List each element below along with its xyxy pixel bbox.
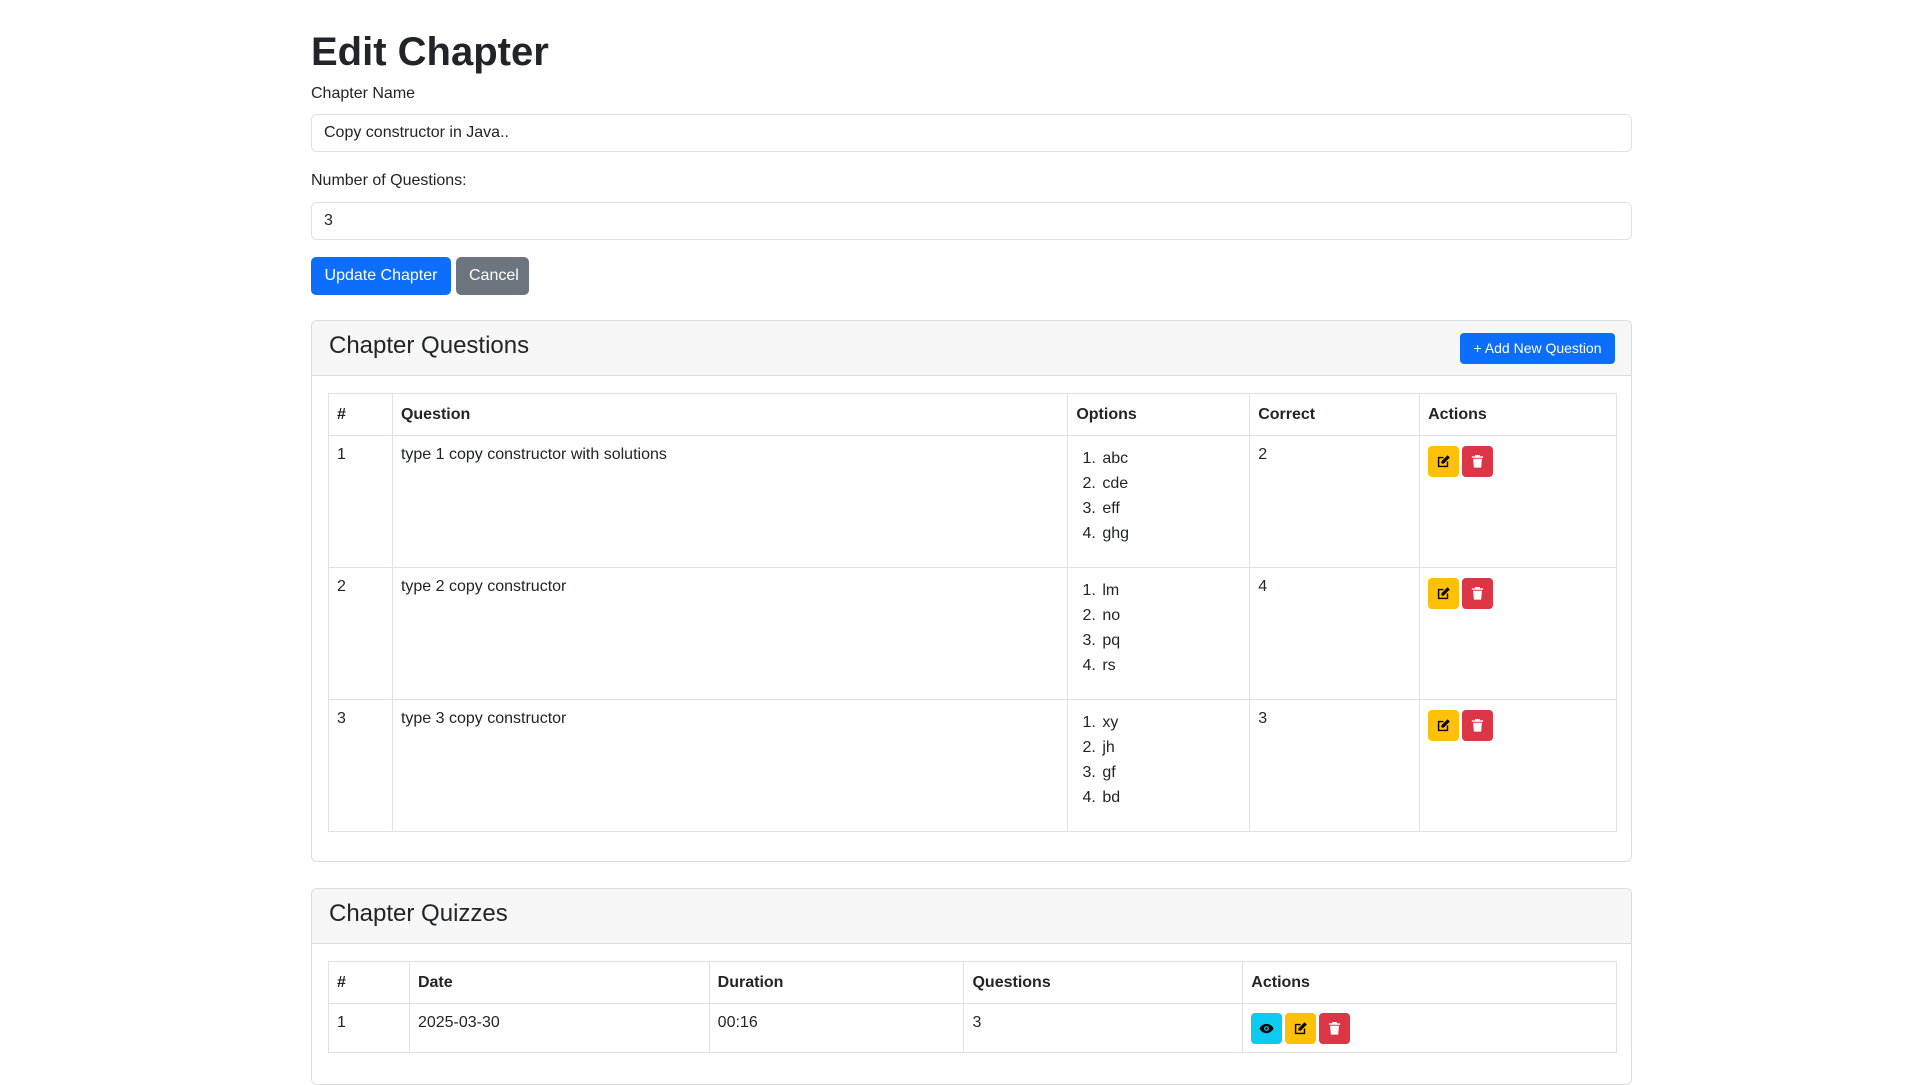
- col-header-actions: Actions: [1419, 393, 1617, 436]
- option-item: rs: [1100, 653, 1241, 678]
- quiz-questions: 3: [963, 1003, 1244, 1053]
- chapter-questions-header: Chapter Questions + Add New Question: [312, 321, 1631, 376]
- table-row: 1 type 1 copy constructor with solutions…: [328, 435, 1617, 568]
- question-correct: 2: [1249, 435, 1421, 568]
- quiz-num: 1: [328, 1003, 410, 1053]
- quiz-date: 2025-03-30: [408, 1003, 710, 1053]
- col-header-correct: Correct: [1249, 393, 1421, 436]
- question-options: lm no pq rs: [1067, 567, 1251, 700]
- chapter-name-label: Chapter Name: [311, 85, 416, 102]
- table-row: 2 type 2 copy constructor lm no pq rs 4: [328, 567, 1617, 700]
- delete-quiz-button[interactable]: [1319, 1013, 1351, 1044]
- questions-table: # Question Options Correct Actions 1 typ…: [328, 393, 1617, 832]
- trash-icon: [1471, 454, 1484, 468]
- table-row: 1 2025-03-30 00:16 3: [328, 1003, 1617, 1053]
- question-correct: 4: [1249, 567, 1421, 700]
- edit-question-button[interactable]: [1428, 710, 1460, 741]
- delete-question-button[interactable]: [1462, 578, 1494, 609]
- add-new-question-button[interactable]: + Add New Question: [1460, 333, 1615, 364]
- option-item: no: [1100, 603, 1241, 628]
- option-item: xy: [1100, 710, 1241, 735]
- update-chapter-button[interactable]: Update Chapter: [311, 257, 451, 295]
- question-num: 3: [328, 699, 393, 832]
- col-header-date: Date: [408, 961, 710, 1004]
- question-text: type 1 copy constructor with solutions: [391, 435, 1069, 568]
- edit-question-button[interactable]: [1428, 578, 1460, 609]
- edit-icon: [1437, 455, 1450, 468]
- question-text: type 3 copy constructor: [391, 699, 1069, 832]
- table-row: 3 type 3 copy constructor xy jh gf bd 3: [328, 699, 1617, 832]
- options-list: abc cde eff ghg: [1076, 446, 1241, 546]
- options-list: xy jh gf bd: [1076, 710, 1241, 810]
- quiz-actions: [1242, 1003, 1617, 1053]
- trash-icon: [1471, 718, 1484, 732]
- chapter-questions-card: Chapter Questions + Add New Question # Q…: [311, 320, 1632, 862]
- question-actions: [1419, 435, 1617, 568]
- col-header-actions: Actions: [1242, 961, 1617, 1004]
- edit-icon: [1295, 1022, 1308, 1035]
- question-num: 2: [328, 567, 393, 700]
- option-item: eff: [1100, 496, 1241, 521]
- option-item: lm: [1100, 578, 1241, 603]
- question-actions: [1419, 699, 1617, 832]
- page-title: Edit Chapter: [311, 30, 549, 74]
- num-questions-label: Number of Questions:: [311, 172, 467, 189]
- col-header-options: Options: [1067, 393, 1251, 436]
- delete-question-button[interactable]: [1462, 446, 1494, 477]
- col-header-num: #: [328, 393, 393, 436]
- chapter-name-input[interactable]: [311, 114, 1632, 152]
- col-header-question: Question: [391, 393, 1069, 436]
- quizzes-table: # Date Duration Questions Actions 1 2025…: [328, 961, 1617, 1053]
- edit-quiz-button[interactable]: [1285, 1013, 1317, 1044]
- col-header-duration: Duration: [708, 961, 965, 1004]
- edit-icon: [1437, 719, 1450, 732]
- col-header-num: #: [328, 961, 410, 1004]
- question-options: abc cde eff ghg: [1067, 435, 1251, 568]
- options-list: lm no pq rs: [1076, 578, 1241, 678]
- cancel-button[interactable]: Cancel: [456, 257, 529, 295]
- chapter-quizzes-header: Chapter Quizzes: [312, 889, 1631, 944]
- option-item: gf: [1100, 760, 1241, 785]
- option-item: jh: [1100, 735, 1241, 760]
- question-num: 1: [328, 435, 393, 568]
- num-questions-input[interactable]: [311, 202, 1632, 240]
- question-actions: [1419, 567, 1617, 700]
- chapter-quizzes-title: Chapter Quizzes: [329, 900, 508, 927]
- option-item: ghg: [1100, 521, 1241, 546]
- edit-icon: [1437, 587, 1450, 600]
- question-options: xy jh gf bd: [1067, 699, 1251, 832]
- option-item: cde: [1100, 471, 1241, 496]
- chapter-questions-title: Chapter Questions: [329, 332, 530, 359]
- quiz-duration: 00:16: [708, 1003, 965, 1053]
- questions-header-row: # Question Options Correct Actions: [328, 393, 1617, 436]
- trash-icon: [1329, 1021, 1341, 1035]
- quizzes-header-row: # Date Duration Questions Actions: [328, 961, 1617, 1004]
- option-item: abc: [1100, 446, 1241, 471]
- edit-question-button[interactable]: [1428, 446, 1460, 477]
- question-correct: 3: [1249, 699, 1421, 832]
- trash-icon: [1471, 586, 1484, 600]
- view-quiz-button[interactable]: [1251, 1013, 1283, 1044]
- col-header-questions: Questions: [963, 961, 1244, 1004]
- question-text: type 2 copy constructor: [391, 567, 1069, 700]
- chapter-quizzes-card: Chapter Quizzes # Date Duration Question…: [311, 888, 1632, 1085]
- option-item: pq: [1100, 628, 1241, 653]
- eye-icon: [1259, 1023, 1274, 1034]
- option-item: bd: [1100, 785, 1241, 810]
- delete-question-button[interactable]: [1462, 710, 1494, 741]
